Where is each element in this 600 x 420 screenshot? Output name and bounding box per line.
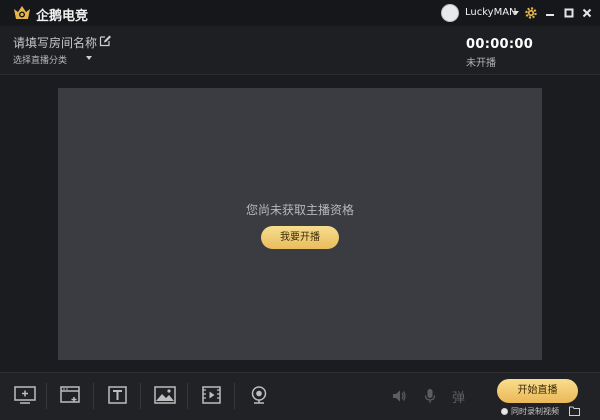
live-timer: 00:00:00 [466,37,534,52]
user-menu-caret-icon[interactable] [513,11,519,15]
chevron-down-icon[interactable] [86,56,92,60]
add-image-icon[interactable] [154,386,176,404]
danmu-toggle[interactable]: 弹 [452,387,465,406]
toolbar-divider [140,383,141,409]
toolbar-divider [234,383,235,409]
bottom-toolbar: 弹 开始直播 同时录制视频 [0,372,600,420]
add-text-icon[interactable] [107,386,129,404]
apply-streamer-button[interactable]: 我要开播 [261,226,339,249]
toolbar-divider [46,383,47,409]
qualification-notice: 您尚未获取主播资格 [245,203,354,217]
live-status: 未开播 [466,58,496,69]
preview-canvas: 您尚未获取主播资格 我要开播 [58,88,542,360]
minimize-icon[interactable] [543,6,557,20]
add-screen-icon[interactable] [14,386,36,404]
record-video-radio[interactable] [501,408,508,415]
gear-icon[interactable] [524,6,538,20]
category-select[interactable]: 选择直播分类 [13,53,67,66]
toolbar-divider [187,383,188,409]
room-info-bar: 请填写房间名称 选择直播分类 00:00:00 未开播 [0,26,600,75]
microphone-icon[interactable] [422,388,438,404]
title-bar: 企鹅电竞 LuckyMAN [0,0,600,26]
app-title: 企鹅电竞 [36,9,89,24]
preview-area: 您尚未获取主播资格 我要开播 [0,76,600,372]
username[interactable]: LuckyMAN [465,7,517,18]
speaker-icon[interactable] [391,388,407,404]
folder-icon[interactable] [569,406,580,416]
record-video-label: 同时录制视频 [511,407,559,416]
start-live-button[interactable]: 开始直播 [497,379,578,403]
add-window-icon[interactable] [60,386,82,404]
close-icon[interactable] [580,6,594,20]
room-name-field[interactable]: 请填写房间名称 [13,34,97,51]
add-video-icon[interactable] [201,386,223,404]
edit-icon[interactable] [99,34,112,47]
add-camera-icon[interactable] [248,386,270,404]
crown-logo-icon [14,6,30,19]
avatar[interactable] [441,4,459,22]
restore-icon[interactable] [562,6,576,20]
toolbar-divider [93,383,94,409]
